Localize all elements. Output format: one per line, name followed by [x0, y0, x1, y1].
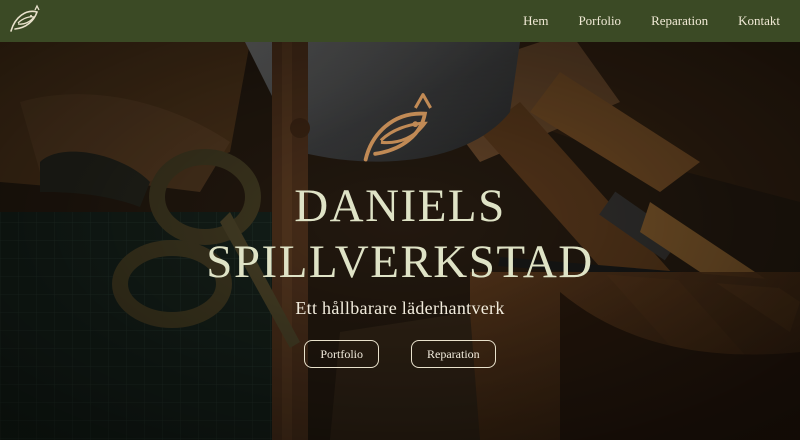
reparation-button[interactable]: Reparation: [411, 340, 496, 368]
nav-link-hem[interactable]: Hem: [523, 13, 548, 29]
hero-title-line-2: SPILLVERKSTAD: [206, 236, 594, 288]
hero-section: DANIELS SPILLVERKSTAD Ett hållbarare läd…: [0, 42, 800, 440]
hero-title: DANIELS SPILLVERKSTAD: [0, 178, 800, 290]
nav-link-kontakt[interactable]: Kontakt: [738, 13, 780, 29]
hero-content: DANIELS SPILLVERKSTAD Ett hållbarare läd…: [0, 178, 800, 368]
main-nav: Hem Porfolio Reparation Kontakt: [493, 13, 780, 29]
nav-link-reparation[interactable]: Reparation: [651, 13, 708, 29]
hero-subtitle: Ett hållbarare läderhantverk: [295, 298, 505, 318]
fish-emblem-icon: [363, 93, 432, 162]
portfolio-button[interactable]: Portfolio: [304, 340, 379, 368]
hero-title-line-1: DANIELS: [294, 180, 506, 232]
nav-link-porfolio[interactable]: Porfolio: [578, 13, 621, 29]
site-header: Hem Porfolio Reparation Kontakt: [0, 0, 800, 42]
cta-row: Portfolio Reparation: [0, 340, 800, 368]
fish-logo-icon[interactable]: [6, 3, 42, 39]
